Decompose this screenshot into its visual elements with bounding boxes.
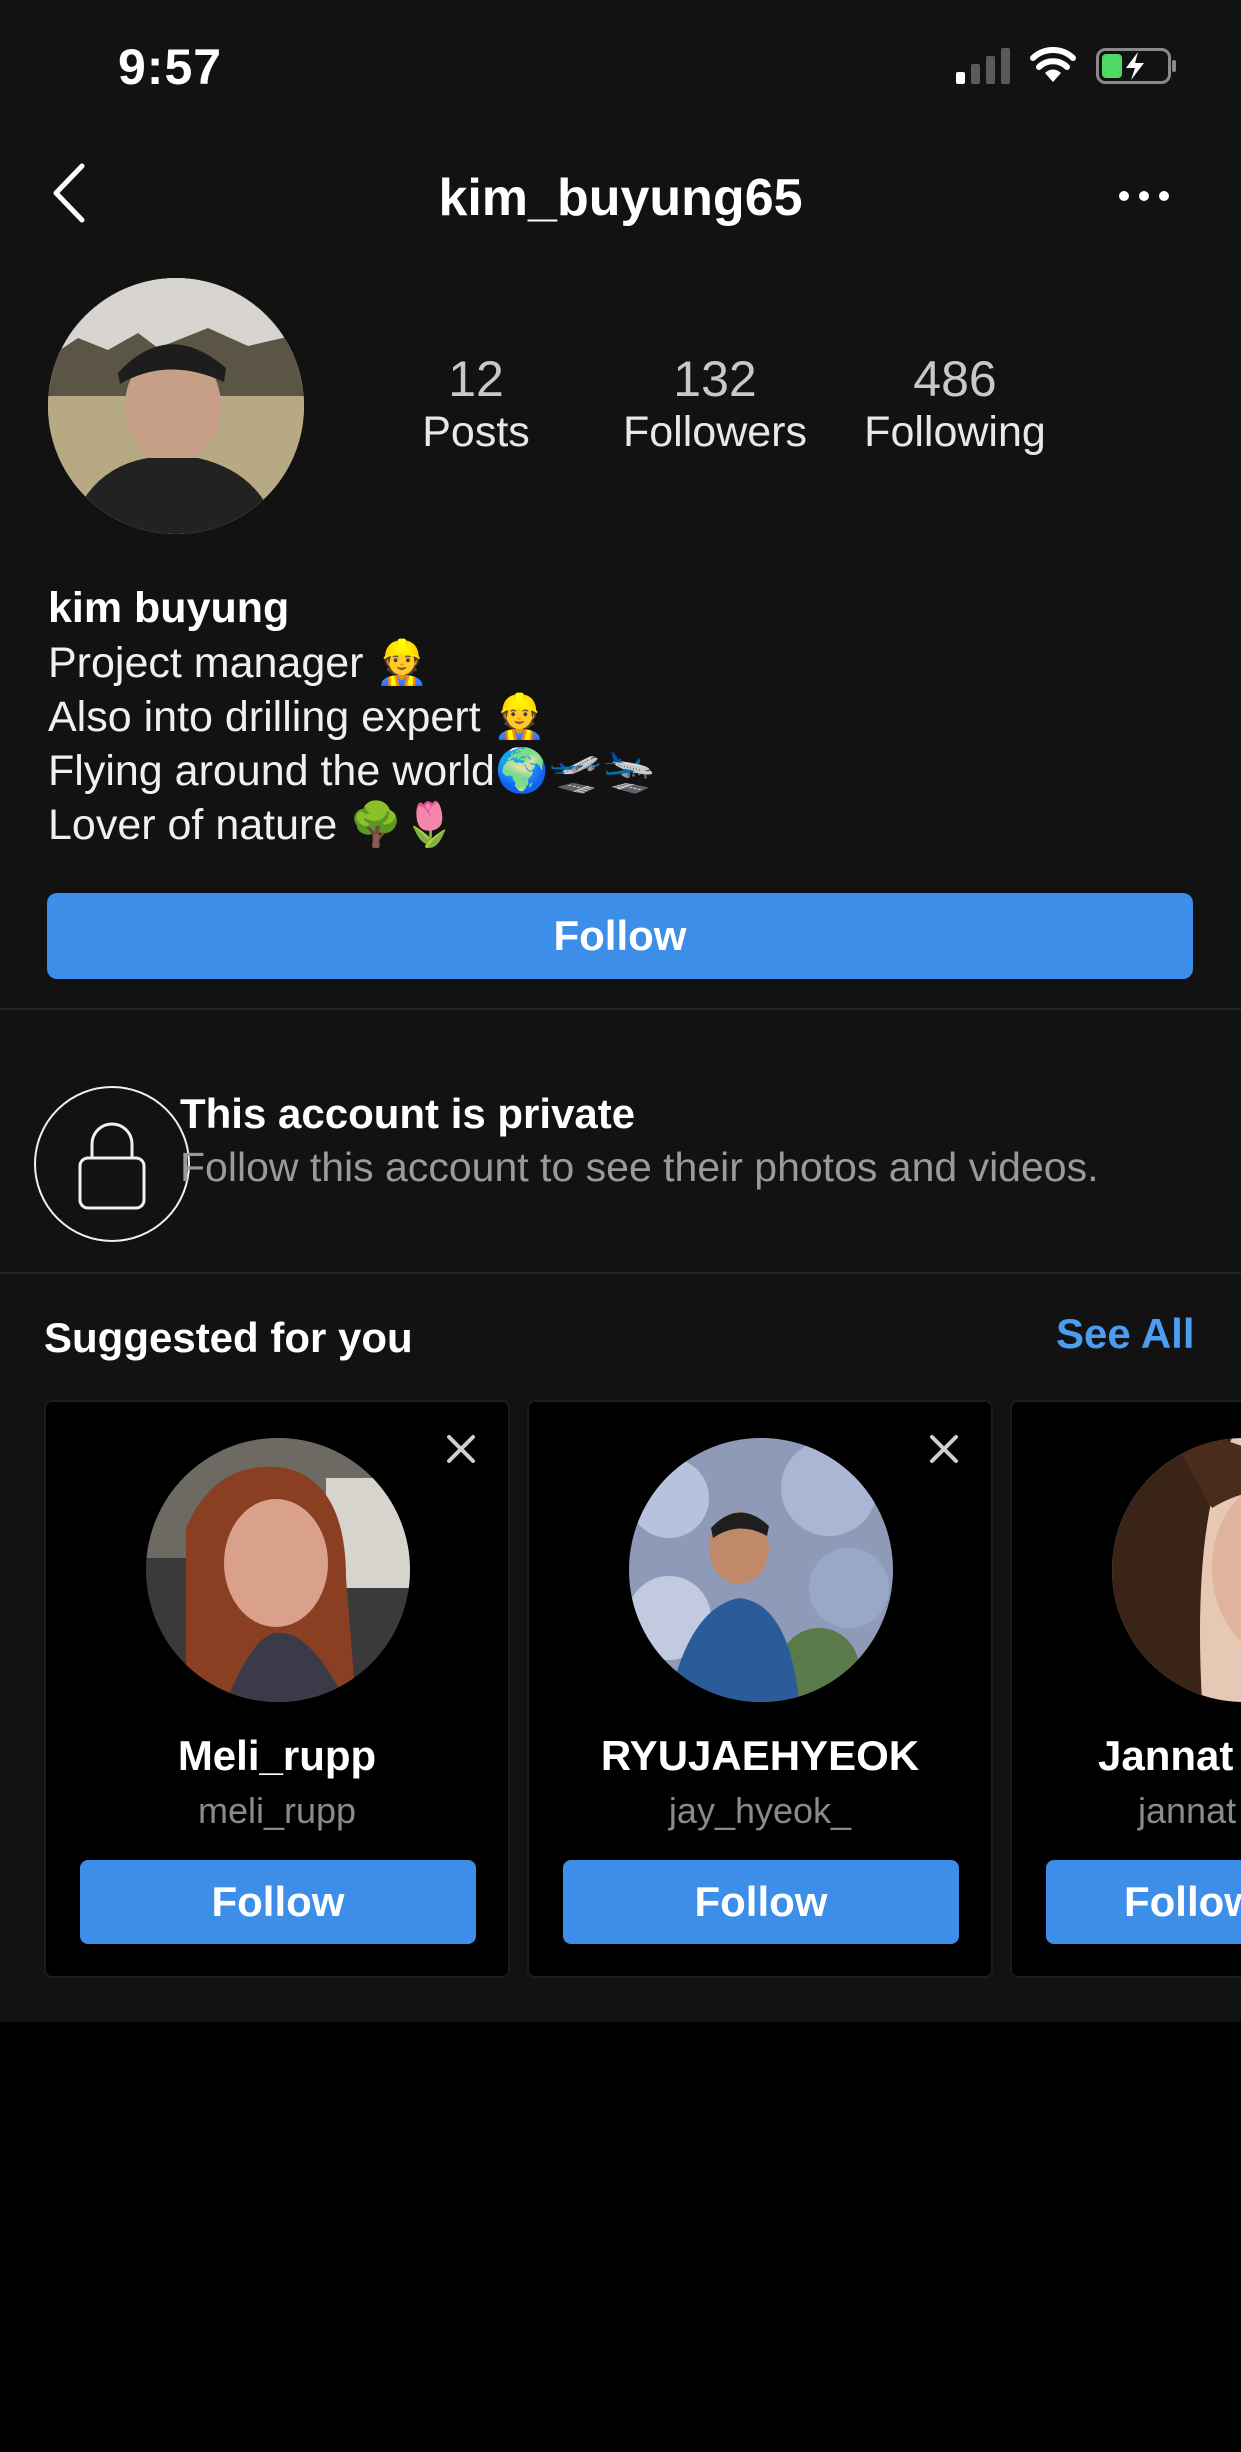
page-title: kim_buyung65 bbox=[438, 169, 803, 227]
divider bbox=[0, 1008, 1241, 1010]
profile-name: kim buyung bbox=[48, 584, 290, 632]
see-all-link[interactable]: See All bbox=[1056, 1310, 1195, 1358]
suggested-avatar[interactable] bbox=[629, 1438, 893, 1702]
bio-line: Also into drilling expert 👷 bbox=[48, 693, 547, 741]
status-time: 9:57 bbox=[118, 39, 223, 95]
close-icon[interactable] bbox=[444, 1432, 478, 1466]
suggested-follow-button[interactable]: Follow bbox=[563, 1860, 959, 1944]
wifi-icon bbox=[1030, 47, 1076, 82]
suggested-card[interactable]: Jannat jannat Follow bbox=[1010, 1400, 1241, 1978]
private-account-subtitle: Follow this account to see their photos … bbox=[180, 1144, 1099, 1190]
followers-value: 132 bbox=[673, 351, 757, 407]
followers-label: Followers bbox=[623, 408, 807, 456]
suggested-avatar[interactable] bbox=[146, 1438, 410, 1702]
suggested-name[interactable]: RYUJAEHYEOK bbox=[529, 1732, 991, 1780]
following-label: Following bbox=[864, 408, 1046, 456]
suggested-handle: jay_hyeok_ bbox=[668, 1790, 852, 1831]
suggested-card[interactable]: Meli_rupp meli_rupp Follow bbox=[44, 1400, 510, 1978]
close-icon[interactable] bbox=[927, 1432, 961, 1466]
cellular-signal-icon bbox=[956, 48, 1010, 84]
suggested-follow-button[interactable]: Follow bbox=[1046, 1860, 1241, 1944]
suggested-handle: meli_rupp bbox=[197, 1790, 357, 1831]
following-count[interactable]: 486 Following bbox=[855, 352, 1055, 459]
profile-avatar[interactable] bbox=[48, 278, 304, 534]
more-horizontal-icon[interactable] bbox=[1118, 186, 1170, 206]
lock-icon bbox=[34, 1086, 190, 1242]
bio-line: Project manager 👷 bbox=[48, 639, 429, 687]
posts-count: 12 Posts bbox=[400, 352, 552, 459]
suggested-title: Suggested for you bbox=[44, 1314, 413, 1361]
suggested-handle: jannat bbox=[1138, 1790, 1237, 1831]
private-account-title: This account is private bbox=[180, 1090, 636, 1137]
following-value: 486 bbox=[913, 351, 997, 407]
suggested-avatar[interactable] bbox=[1112, 1438, 1241, 1702]
battery-charging-icon bbox=[1096, 48, 1176, 84]
followers-count[interactable]: 132 Followers bbox=[615, 352, 815, 459]
divider bbox=[0, 1272, 1241, 1274]
suggested-carousel[interactable]: Meli_rupp meli_rupp Follow RYUJAEHYEOK j… bbox=[0, 1400, 1241, 1980]
suggested-name[interactable]: Meli_rupp bbox=[46, 1732, 508, 1780]
suggested-card[interactable]: RYUJAEHYEOK jay_hyeok_ Follow bbox=[527, 1400, 993, 1978]
bio-line: Lover of nature 🌳🌷 bbox=[48, 801, 457, 849]
follow-button[interactable]: Follow bbox=[47, 893, 1193, 979]
suggested-follow-button[interactable]: Follow bbox=[80, 1860, 476, 1944]
profile-bio: kim buyung Project manager 👷 Also into d… bbox=[48, 580, 1148, 852]
posts-value: 12 bbox=[448, 351, 504, 407]
suggested-name[interactable]: Jannat bbox=[1098, 1732, 1241, 1780]
bio-line: Flying around the world🌍🛫🛬 bbox=[48, 747, 656, 795]
posts-label: Posts bbox=[422, 408, 530, 456]
